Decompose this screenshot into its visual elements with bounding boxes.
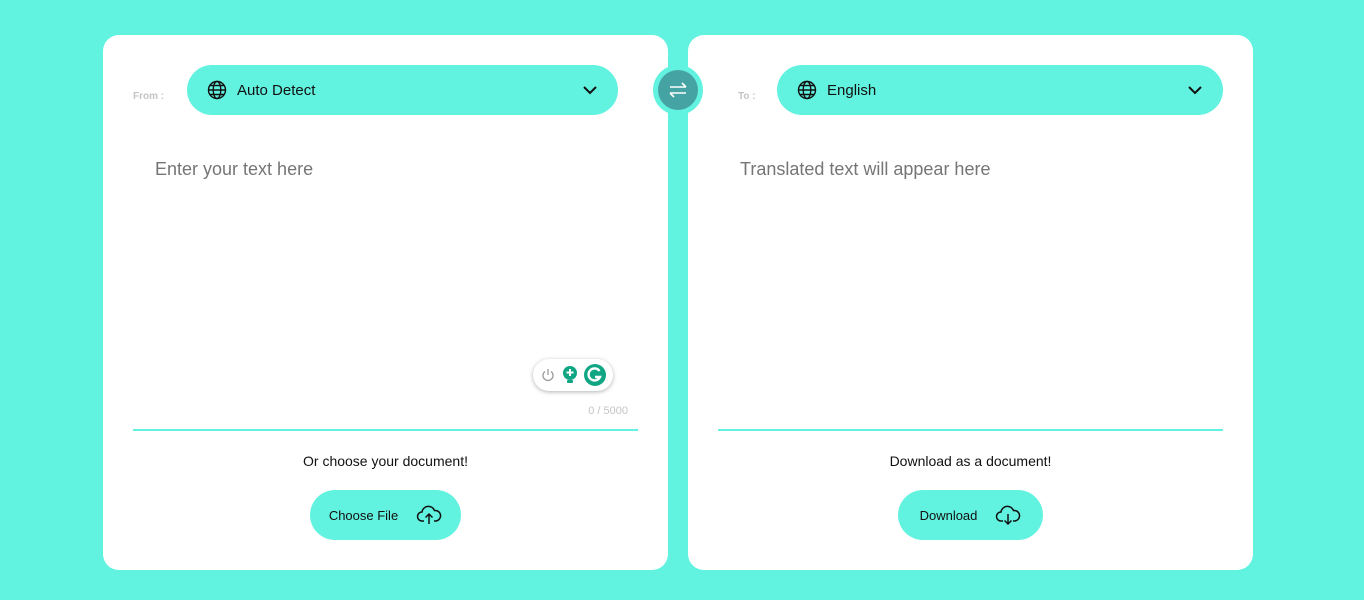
target-divider (718, 429, 1223, 431)
character-counter: 0 / 5000 (588, 405, 628, 417)
globe-icon (207, 80, 227, 100)
lightbulb-icon[interactable] (561, 365, 579, 385)
choose-file-label: Choose File (328, 507, 399, 523)
globe-icon (797, 80, 817, 100)
swap-icon (658, 70, 698, 110)
chevron-down-icon (582, 82, 598, 98)
swap-languages-button[interactable] (653, 65, 703, 115)
download-caption: Download as a document! (889, 453, 1052, 469)
chevron-down-icon (1187, 82, 1203, 98)
cloud-download-icon (995, 504, 1021, 526)
grammarly-icon[interactable] (584, 364, 607, 386)
download-button[interactable]: Download (898, 490, 1043, 540)
translated-text-output (738, 157, 1202, 411)
cloud-upload-icon (416, 504, 442, 526)
source-panel: From : Auto Detect Enter your text here … (103, 35, 668, 570)
source-language-value: Auto Detect (237, 81, 316, 99)
target-language-value: English (827, 81, 877, 99)
choose-document-caption: Or choose your document! (303, 453, 468, 469)
download-label: Download (919, 507, 978, 523)
source-divider (133, 429, 638, 431)
target-panel: To : English Download as a document! Dow… (688, 35, 1253, 570)
grammarly-widget[interactable] (533, 359, 613, 391)
from-label: From : (133, 91, 165, 102)
power-icon[interactable] (540, 367, 556, 383)
choose-file-button[interactable]: Choose File (310, 490, 461, 540)
target-language-select[interactable]: English (777, 65, 1223, 115)
to-label: To : (738, 91, 756, 102)
source-language-select[interactable]: Auto Detect (187, 65, 618, 115)
